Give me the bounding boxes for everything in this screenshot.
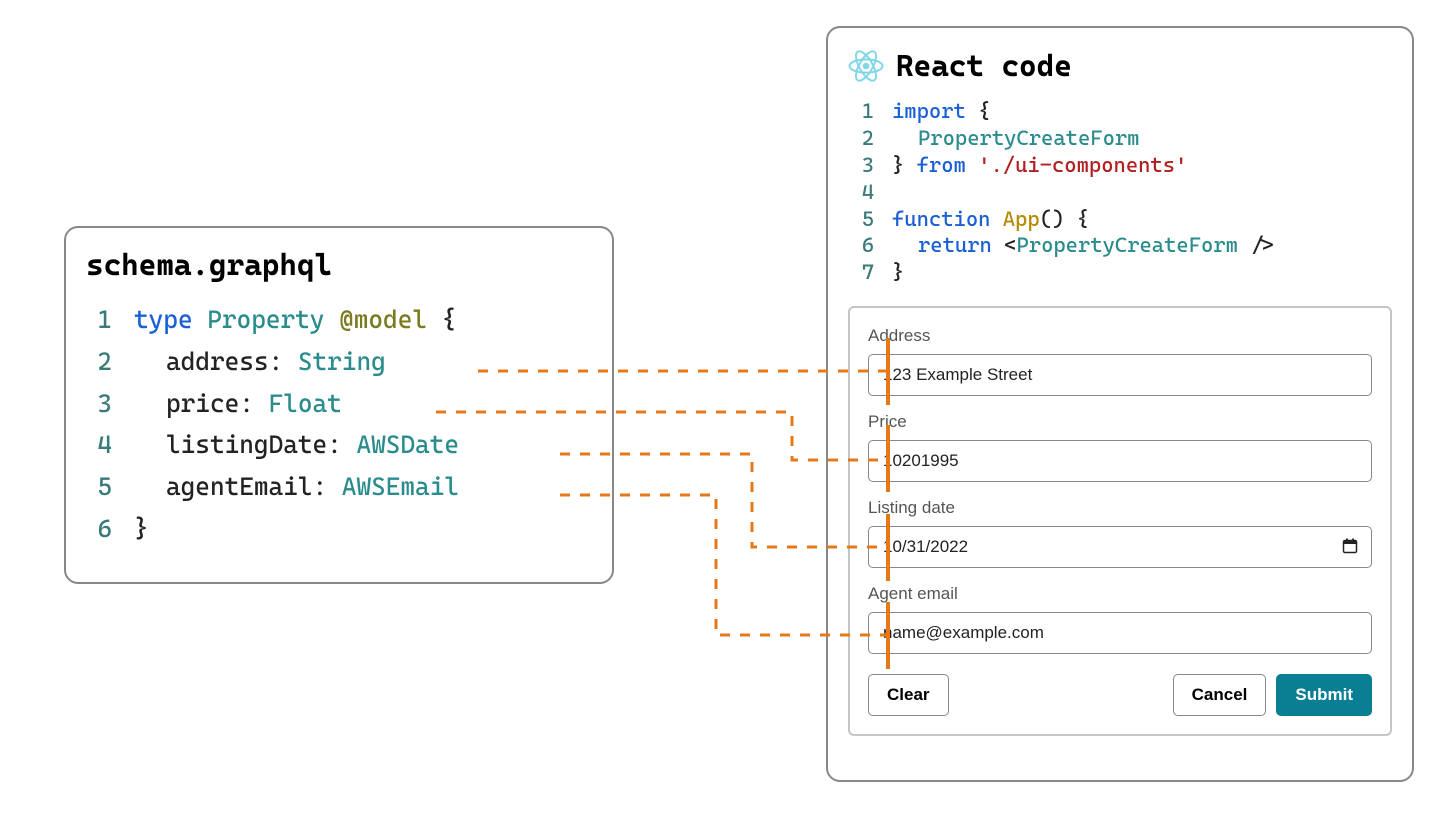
react-title-row: React code bbox=[848, 48, 1392, 84]
code-line: 1import { bbox=[848, 98, 1392, 125]
react-panel: React code 1import {2PropertyCreateForm3… bbox=[826, 26, 1414, 782]
form-buttons: Clear Cancel Submit bbox=[868, 674, 1372, 716]
code-line: 4listingDate: AWSDate bbox=[86, 424, 592, 466]
price-label: Price bbox=[868, 412, 1372, 432]
address-bar bbox=[886, 338, 890, 405]
code-content: type Property @model { bbox=[134, 299, 456, 341]
address-label: Address bbox=[868, 326, 1372, 346]
code-line: 7} bbox=[848, 259, 1392, 286]
clear-button[interactable]: Clear bbox=[868, 674, 949, 716]
line-number: 5 bbox=[848, 206, 892, 233]
code-content: } bbox=[892, 259, 904, 286]
code-line: 6return <PropertyCreateForm /> bbox=[848, 232, 1392, 259]
code-line: 5agentEmail: AWSEmail bbox=[86, 466, 592, 508]
react-title: React code bbox=[896, 49, 1072, 84]
line-number: 2 bbox=[86, 341, 134, 383]
line-number: 1 bbox=[86, 299, 134, 341]
code-content: import { bbox=[892, 98, 990, 125]
react-icon bbox=[848, 48, 884, 84]
line-number: 4 bbox=[848, 179, 892, 206]
code-line: 2PropertyCreateForm bbox=[848, 125, 1392, 152]
code-line: 5function App() { bbox=[848, 206, 1392, 233]
code-content: listingDate: AWSDate bbox=[134, 424, 459, 466]
agent-bar bbox=[886, 602, 890, 669]
code-line: 4 bbox=[848, 179, 1392, 206]
code-content: address: String bbox=[134, 341, 386, 383]
schema-title: schema.graphql bbox=[86, 248, 592, 283]
schema-code: 1type Property @model {2address: String3… bbox=[86, 299, 592, 550]
code-line: 3} from './ui-components' bbox=[848, 152, 1392, 179]
listing-date-label: Listing date bbox=[868, 498, 1372, 518]
listing-bar bbox=[886, 514, 890, 581]
code-line: 3price: Float bbox=[86, 383, 592, 425]
agent-email-input[interactable] bbox=[868, 612, 1372, 654]
code-content: } bbox=[134, 508, 149, 550]
line-number: 7 bbox=[848, 259, 892, 286]
react-code: 1import {2PropertyCreateForm3} from './u… bbox=[848, 98, 1392, 286]
code-line: 1type Property @model { bbox=[86, 299, 592, 341]
price-input[interactable] bbox=[868, 440, 1372, 482]
line-number: 3 bbox=[848, 152, 892, 179]
price-bar bbox=[886, 425, 890, 492]
code-content: price: Float bbox=[134, 383, 342, 425]
code-content: function App() { bbox=[892, 206, 1089, 233]
line-number: 5 bbox=[86, 466, 134, 508]
line-number: 4 bbox=[86, 424, 134, 466]
schema-panel: schema.graphql 1type Property @model {2a… bbox=[64, 226, 614, 584]
line-number: 2 bbox=[848, 125, 892, 152]
code-line: 2address: String bbox=[86, 341, 592, 383]
address-input[interactable] bbox=[868, 354, 1372, 396]
code-content: agentEmail: AWSEmail bbox=[134, 466, 459, 508]
listing-date-input[interactable] bbox=[868, 526, 1372, 568]
line-number: 6 bbox=[86, 508, 134, 550]
submit-button[interactable]: Submit bbox=[1276, 674, 1372, 716]
line-number: 1 bbox=[848, 98, 892, 125]
line-number: 6 bbox=[848, 232, 892, 259]
code-line: 6} bbox=[86, 508, 592, 550]
cancel-button[interactable]: Cancel bbox=[1173, 674, 1267, 716]
line-number: 3 bbox=[86, 383, 134, 425]
code-content: PropertyCreateForm bbox=[892, 125, 1139, 152]
code-content: } from './ui-components' bbox=[892, 152, 1187, 179]
property-form: Address Price Listing date Agent email C… bbox=[848, 306, 1392, 736]
code-content: return <PropertyCreateForm /> bbox=[892, 232, 1275, 259]
agent-email-label: Agent email bbox=[868, 584, 1372, 604]
